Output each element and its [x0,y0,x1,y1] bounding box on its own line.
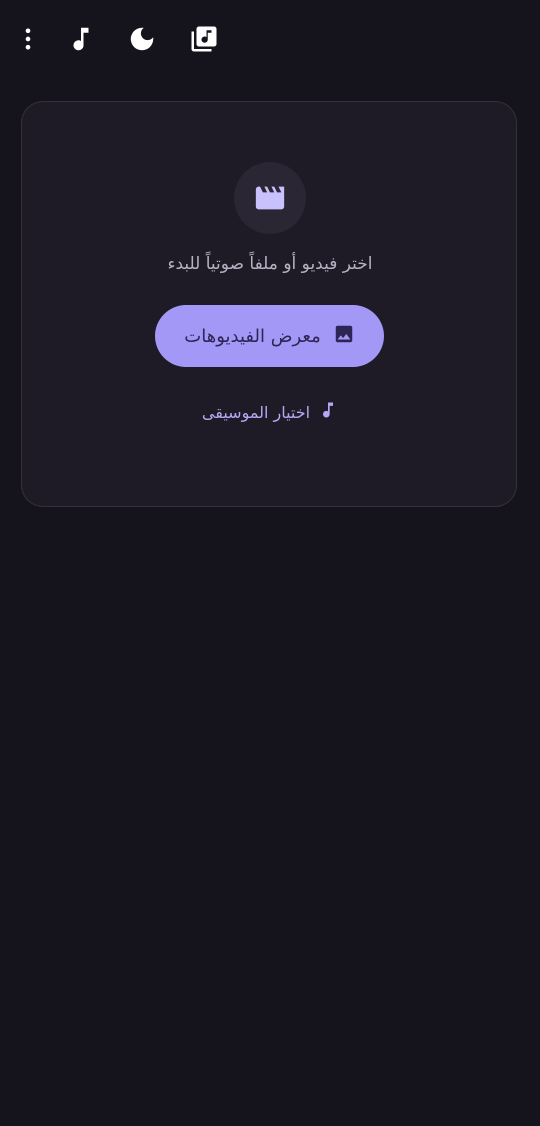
video-gallery-label: معرض الفيديوهات [184,325,321,347]
music-note-icon [318,400,338,424]
movie-clapperboard-icon [255,186,285,210]
image-icon [333,323,355,350]
music-library-icon[interactable] [187,22,221,56]
more-vertical-icon[interactable] [11,22,45,56]
choose-music-label: اختيار الموسيقى [201,402,311,422]
empty-state-prompt: اختر فيديو أو ملفاً صوتياً للبدء [167,254,373,274]
video-gallery-button[interactable]: معرض الفيديوهات [155,305,384,367]
music-note-icon[interactable] [64,22,98,56]
top-app-bar [0,0,540,80]
hero-icon-circle [234,162,306,234]
media-picker-card: اختر فيديو أو ملفاً صوتياً للبدء معرض ال… [21,101,517,507]
choose-music-link[interactable]: اختيار الموسيقى [22,400,518,424]
dark-mode-moon-icon[interactable] [125,22,159,56]
